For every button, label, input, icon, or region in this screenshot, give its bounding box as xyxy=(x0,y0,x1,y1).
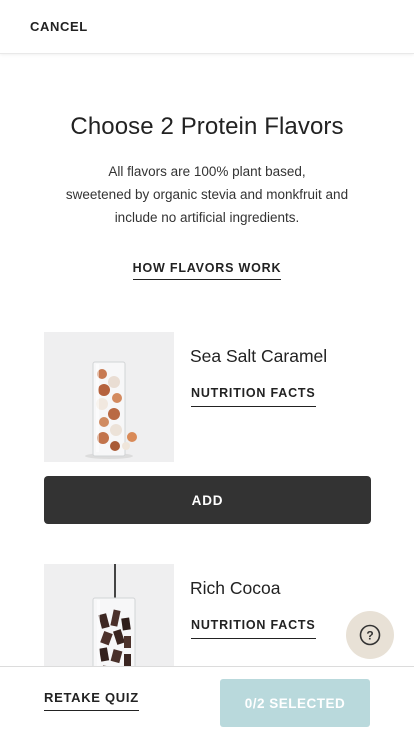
product-name-sea-salt-caramel: Sea Salt Caramel xyxy=(190,346,328,366)
top-bar: CANCEL xyxy=(0,0,414,54)
cancel-button[interactable]: CANCEL xyxy=(30,19,88,34)
intro-line-2: sweetened by organic stevia and monkfrui… xyxy=(65,187,349,202)
svg-text:?: ? xyxy=(366,629,373,643)
nutrition-facts-link-rich-cocoa[interactable]: NUTRITION FACTS xyxy=(191,618,316,639)
intro-line-1: All flavors are 100% plant based, xyxy=(108,164,306,179)
how-flavors-work-wrapper: HOW FLAVORS WORK xyxy=(0,259,414,280)
add-button-sea-salt-caramel[interactable]: ADD xyxy=(44,476,371,524)
page-title: Choose 2 Protein Flavors xyxy=(70,113,344,140)
intro-line-3: include no artificial ingredients. xyxy=(114,210,300,225)
sea-salt-caramel-image[interactable] xyxy=(44,332,174,462)
question-icon: ? xyxy=(359,624,381,646)
flavor-picker-page: CANCEL Choose 2 Protein Flavors All flav… xyxy=(0,0,414,736)
caramel-glass-image xyxy=(44,332,174,462)
product-name-rich-cocoa: Rich Cocoa xyxy=(190,578,281,598)
help-button[interactable]: ? xyxy=(346,611,394,659)
bottom-bar: RETAKE QUIZ 0/2 SELECTED xyxy=(0,666,414,736)
intro-description: All flavors are 100% plant based, sweete… xyxy=(30,160,384,229)
selection-count-button[interactable]: 0/2 SELECTED xyxy=(220,679,370,727)
nutrition-facts-link-sea-salt-caramel[interactable]: NUTRITION FACTS xyxy=(191,386,316,407)
retake-quiz-link[interactable]: RETAKE QUIZ xyxy=(44,690,139,711)
how-flavors-work-link[interactable]: HOW FLAVORS WORK xyxy=(132,261,282,280)
